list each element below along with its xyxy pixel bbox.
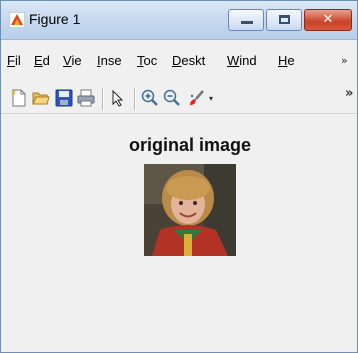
figure-window: Figure 1 ✕ Fil Ed Vie Inse Toc Deskt Win… <box>0 0 358 353</box>
close-icon: ✕ <box>322 12 334 27</box>
zoom-out-icon[interactable] <box>163 89 181 107</box>
menu-tools[interactable]: Toc <box>137 53 157 68</box>
menu-edit[interactable]: Ed <box>34 53 50 68</box>
figure-canvas: original image <box>1 115 357 352</box>
matlab-figure-icon <box>9 12 25 28</box>
menu-view[interactable]: Vie <box>63 53 82 68</box>
toolbar-overflow-icon[interactable]: » <box>345 86 353 101</box>
toolbar: ▾ » <box>1 83 357 114</box>
menu-bar: Fil Ed Vie Inse Toc Deskt Wind He » <box>1 50 357 74</box>
save-icon[interactable] <box>55 89 73 107</box>
portrait-photo <box>144 164 236 256</box>
menu-window[interactable]: Wind <box>227 53 257 68</box>
close-button[interactable]: ✕ <box>304 9 352 31</box>
toolbar-separator <box>134 88 136 110</box>
maximize-button[interactable] <box>266 9 302 31</box>
menu-help[interactable]: He <box>278 53 295 68</box>
brush-icon[interactable] <box>187 89 205 107</box>
maximize-icon <box>279 15 290 24</box>
title-bar[interactable]: Figure 1 ✕ <box>1 1 357 40</box>
zoom-in-icon[interactable] <box>141 89 159 107</box>
menu-file[interactable]: Fil <box>7 53 21 68</box>
open-file-icon[interactable] <box>32 89 50 107</box>
brush-dropdown-icon[interactable]: ▾ <box>209 94 213 103</box>
new-figure-icon[interactable] <box>10 89 28 107</box>
minimize-button[interactable] <box>228 9 264 31</box>
menu-insert[interactable]: Inse <box>97 53 122 68</box>
menu-desktop[interactable]: Deskt <box>172 53 205 68</box>
minimize-icon <box>241 21 253 24</box>
axes-title: original image <box>128 135 252 155</box>
toolbar-separator <box>102 88 104 110</box>
chevron-overflow-icon[interactable]: » <box>341 54 348 67</box>
print-icon[interactable] <box>77 89 95 107</box>
window-title: Figure 1 <box>29 11 81 27</box>
select-arrow-icon[interactable] <box>109 89 127 107</box>
